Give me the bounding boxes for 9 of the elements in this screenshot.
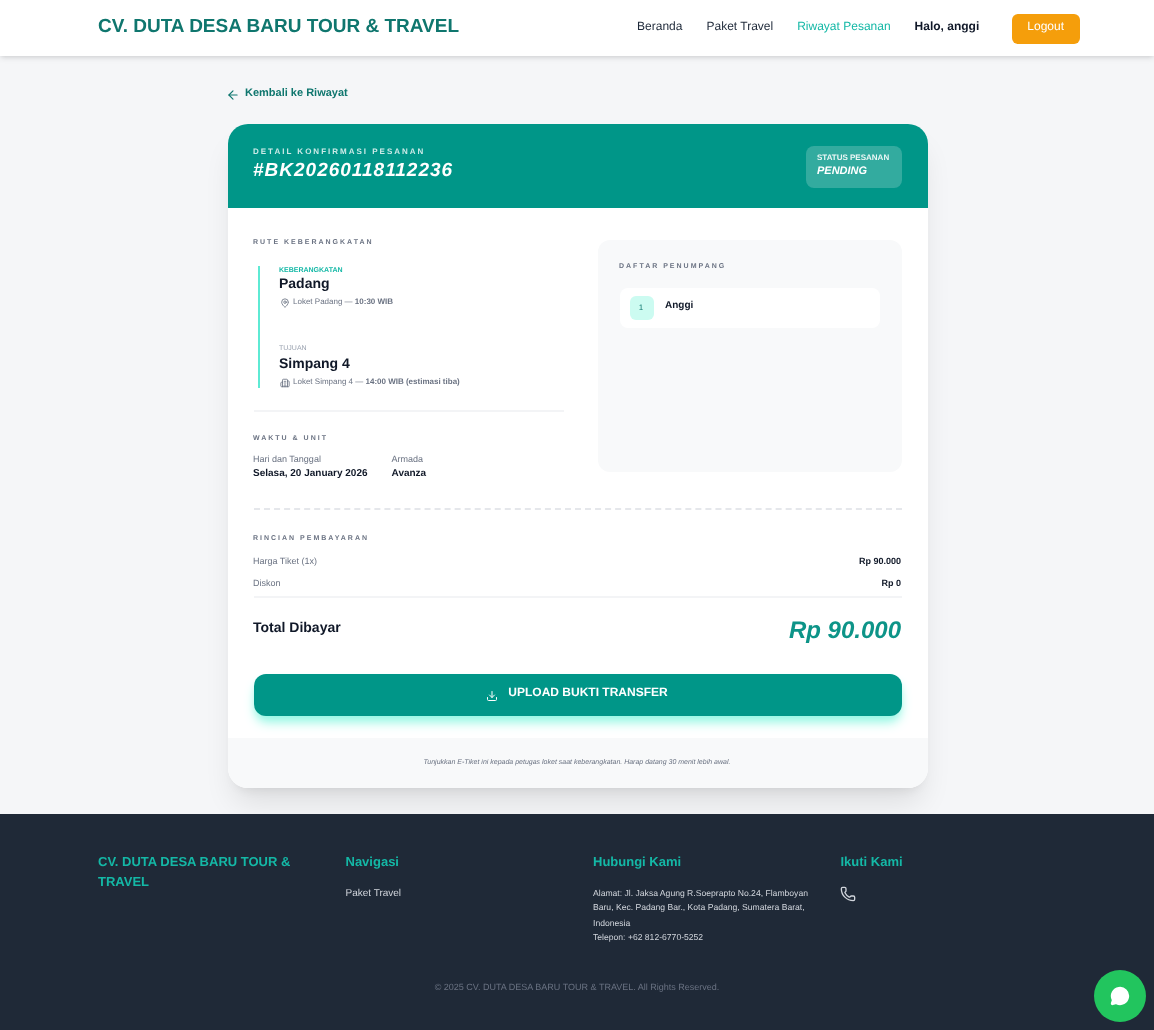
chat-button[interactable] <box>1094 970 1146 1022</box>
map-pin-icon <box>279 297 289 308</box>
brand-title[interactable]: CV. DUTA DESA BARU TOUR & TRAVEL <box>98 13 460 43</box>
back-arrow-icon <box>225 87 239 102</box>
building-icon <box>279 377 289 387</box>
total-amount: Rp 90.000 <box>788 614 901 649</box>
chat-icon <box>1110 986 1130 1006</box>
booking-code: #BK20260118112236 <box>253 158 454 187</box>
download-icon <box>486 689 499 702</box>
